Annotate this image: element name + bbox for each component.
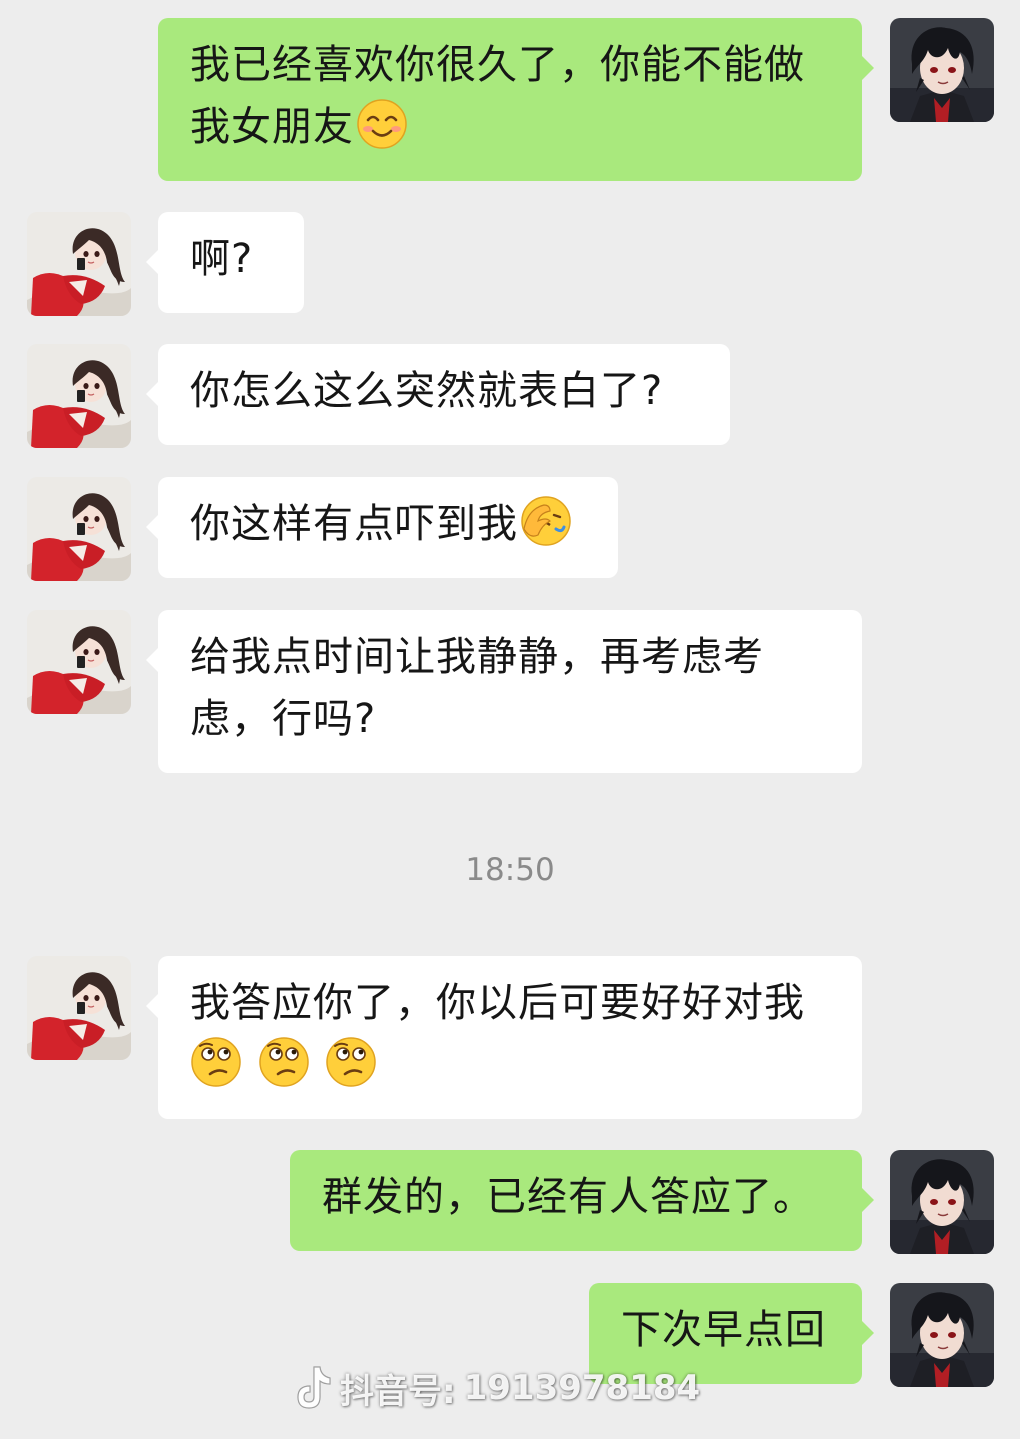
douyin-logo-icon <box>297 1366 331 1409</box>
received-message-bubble[interactable]: 你怎么这么突然就表白了? <box>146 344 730 445</box>
message-row: 群发的，已经有人答应了。 <box>0 1150 1020 1252</box>
chat-timestamp: 18:50 <box>465 852 555 888</box>
sent-message-bubble[interactable]: 我已经喜欢你很久了，你能不能做我女朋友 <box>158 18 874 181</box>
message-text: 我已经喜欢你很久了，你能不能做我女朋友 <box>190 42 805 150</box>
confused-emoji-icon <box>325 1036 377 1088</box>
sent-message-bubble[interactable]: 群发的，已经有人答应了。 <box>290 1150 874 1251</box>
message-text: 下次早点回 <box>621 1307 826 1353</box>
message-text: 啊? <box>190 236 254 282</box>
message-text: 群发的，已经有人答应了。 <box>322 1174 814 1220</box>
received-message-bubble[interactable]: 给我点时间让我静静，再考虑考虑，行吗? <box>146 610 862 773</box>
my-avatar[interactable] <box>890 1283 994 1387</box>
message-row: 你怎么这么突然就表白了? <box>0 344 1020 446</box>
message-text: 你这样有点吓到我 <box>190 501 518 547</box>
blush-emoji-icon <box>356 98 408 150</box>
confused-emoji-icon <box>190 1036 242 1088</box>
confused-emoji-icon <box>258 1036 310 1088</box>
my-avatar[interactable] <box>890 1150 994 1254</box>
contact-avatar[interactable] <box>27 212 131 316</box>
received-message-bubble[interactable]: 啊? <box>146 212 304 313</box>
message-row: 我已经喜欢你很久了，你能不能做我女朋友 <box>0 18 1020 182</box>
contact-avatar[interactable] <box>27 344 131 448</box>
message-row: 给我点时间让我静静，再考虑考虑，行吗? <box>0 610 1020 773</box>
facepalm-emoji-icon <box>520 495 572 547</box>
watermark-id: 1913978184 <box>463 1368 701 1408</box>
message-text: 我答应你了，你以后可要好好对我 <box>190 980 805 1026</box>
douyin-watermark: 抖音号: 1913978184 <box>290 1360 700 1416</box>
contact-avatar[interactable] <box>27 610 131 714</box>
my-avatar[interactable] <box>890 18 994 122</box>
watermark-brand: 抖音号: <box>340 1371 456 1412</box>
message-text: 给我点时间让我静静，再考虑考虑，行吗? <box>190 634 764 742</box>
received-message-bubble[interactable]: 你这样有点吓到我 <box>146 477 618 578</box>
contact-avatar[interactable] <box>27 956 131 1060</box>
message-text: 你怎么这么突然就表白了? <box>190 368 664 414</box>
message-row: 啊? <box>0 212 1020 314</box>
contact-avatar[interactable] <box>27 477 131 581</box>
message-row: 我答应你了，你以后可要好好对我 <box>0 956 1020 1119</box>
received-message-bubble[interactable]: 我答应你了，你以后可要好好对我 <box>146 956 862 1119</box>
message-row: 你这样有点吓到我 <box>0 477 1020 579</box>
